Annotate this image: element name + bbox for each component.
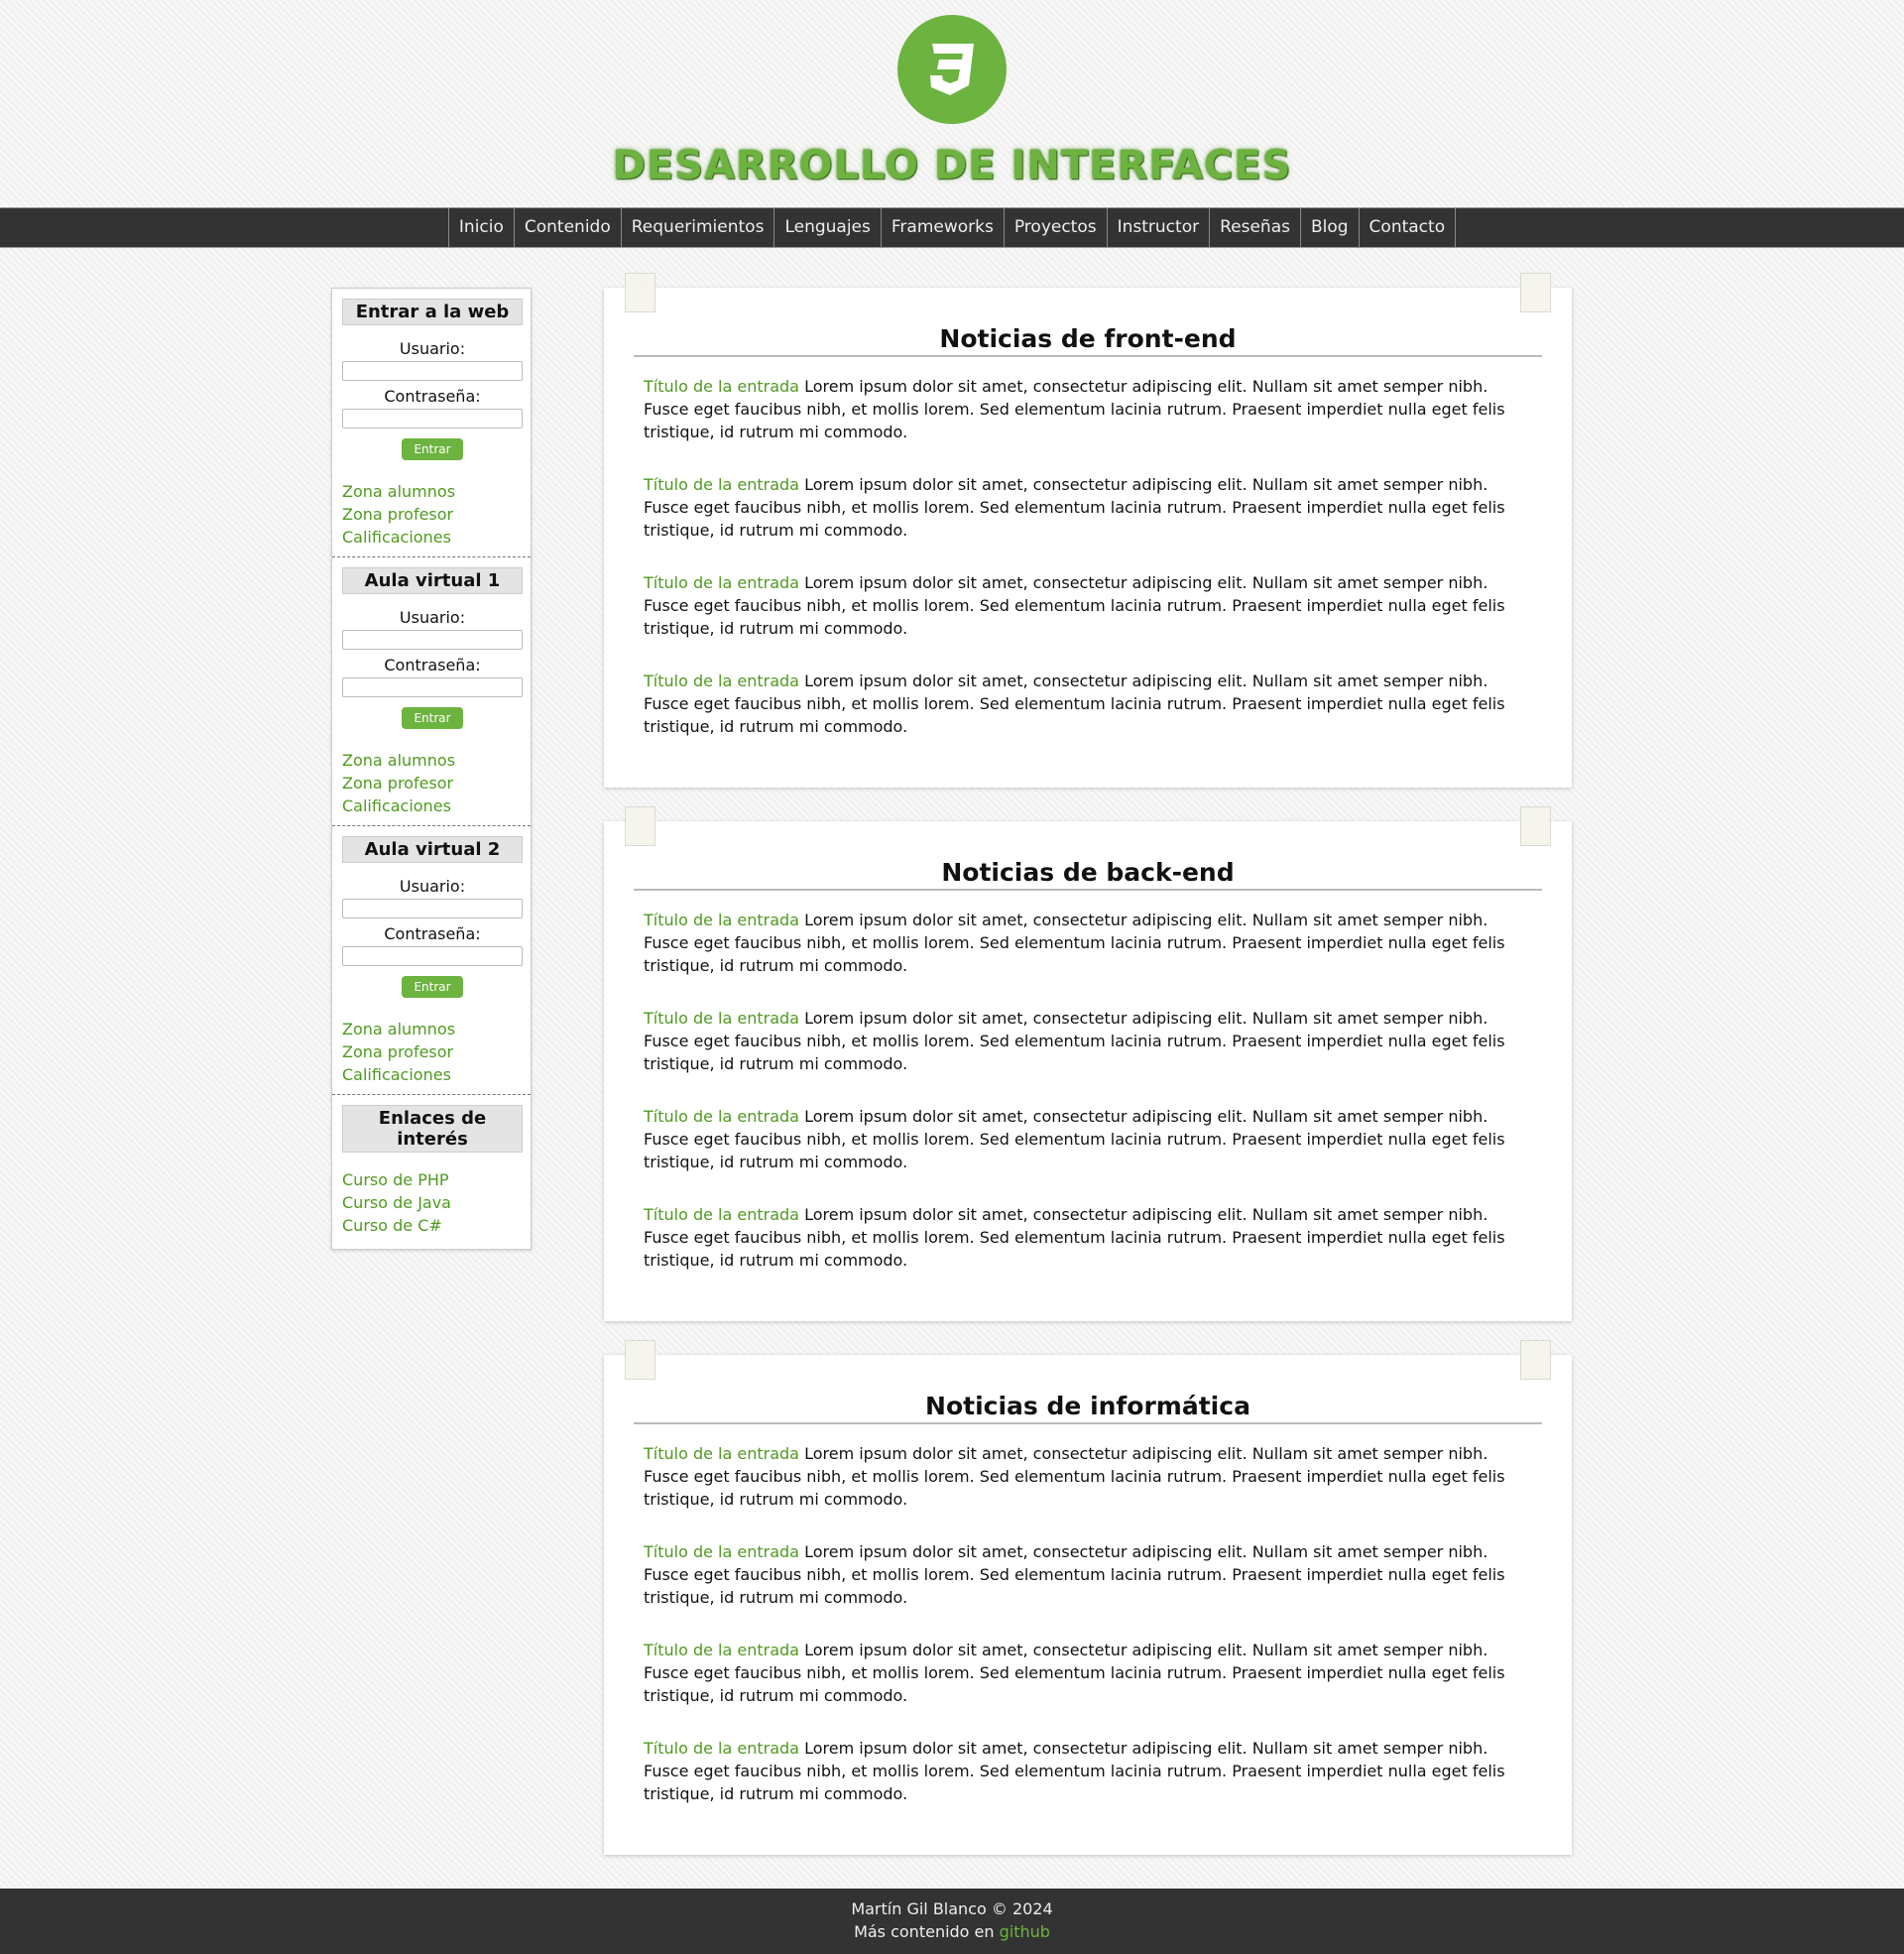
news-entry: Título de la entrada Lorem ipsum dolor s… [644, 473, 1532, 542]
news-entry: Título de la entrada Lorem ipsum dolor s… [644, 571, 1532, 640]
section-heading: Aula virtual 2 [342, 836, 523, 863]
news-entry: Título de la entrada Lorem ipsum dolor s… [644, 1203, 1532, 1272]
login-section-web: Entrar a la web Usuario: Contraseña: Ent… [332, 289, 531, 557]
username-input[interactable] [342, 899, 523, 918]
entry-title-link[interactable]: Título de la entrada [644, 1641, 799, 1659]
nav-item-instructor[interactable]: Instructor [1106, 208, 1209, 247]
entry-title-link[interactable]: Título de la entrada [644, 1107, 799, 1126]
panel-title: Noticias de front-end [634, 324, 1542, 357]
nav-item-lenguajes[interactable]: Lenguajes [774, 208, 880, 247]
password-input[interactable] [342, 677, 523, 697]
nav-item-inicio[interactable]: Inicio [447, 208, 514, 247]
link-zona-profesor[interactable]: Zona profesor [342, 503, 523, 526]
username-input[interactable] [342, 361, 523, 381]
footer-copyright: Martín Gil Blanco © 2024 [851, 1899, 1053, 1918]
nav-item-contenido[interactable]: Contenido [513, 208, 621, 247]
nav-item-requerimientos[interactable]: Requerimientos [620, 208, 774, 247]
nav-item-resenas[interactable]: Reseñas [1209, 208, 1300, 247]
site-footer: Martín Gil Blanco © 2024 Más contenido e… [0, 1889, 1904, 1954]
entry-title-link[interactable]: Título de la entrada [644, 1205, 799, 1224]
entry-title-link[interactable]: Título de la entrada [644, 475, 799, 494]
user-label: Usuario: [399, 339, 466, 358]
news-entry: Título de la entrada Lorem ipsum dolor s… [644, 1105, 1532, 1173]
news-entry: Título de la entrada Lorem ipsum dolor s… [644, 909, 1532, 977]
nav-item-contacto[interactable]: Contacto [1358, 208, 1457, 247]
login-button[interactable]: Entrar [402, 976, 463, 998]
site-header: DESARROLLO DE INTERFACES [0, 0, 1904, 207]
link-curso-java[interactable]: Curso de Java [342, 1191, 523, 1214]
link-zona-profesor[interactable]: Zona profesor [342, 1040, 523, 1063]
news-entry: Título de la entrada Lorem ipsum dolor s… [644, 1540, 1532, 1609]
link-curso-php[interactable]: Curso de PHP [342, 1168, 523, 1191]
entry-title-link[interactable]: Título de la entrada [644, 1542, 799, 1561]
entry-title-link[interactable]: Título de la entrada [644, 1009, 799, 1028]
tape-decoration [1520, 806, 1551, 846]
tape-decoration [625, 273, 655, 312]
tape-decoration [1520, 273, 1551, 312]
password-label: Contraseña: [384, 387, 481, 406]
link-curso-csharp[interactable]: Curso de C# [342, 1214, 523, 1237]
news-entry: Título de la entrada Lorem ipsum dolor s… [644, 1639, 1532, 1707]
password-label: Contraseña: [384, 924, 481, 943]
section-heading: Aula virtual 1 [342, 567, 523, 594]
entry-title-link[interactable]: Título de la entrada [644, 672, 799, 690]
entry-title-link[interactable]: Título de la entrada [644, 1739, 799, 1758]
login-section-aula-2: Aula virtual 2 Usuario: Contraseña: Entr… [332, 826, 531, 1095]
news-entry: Título de la entrada Lorem ipsum dolor s… [644, 1007, 1532, 1075]
username-input[interactable] [342, 630, 523, 650]
tape-decoration [625, 806, 655, 846]
entry-title-link[interactable]: Título de la entrada [644, 911, 799, 929]
link-calificaciones[interactable]: Calificaciones [342, 1063, 523, 1086]
section-heading: Enlaces de interés [342, 1105, 523, 1153]
panel-title: Noticias de back-end [634, 858, 1542, 891]
link-zona-alumnos[interactable]: Zona alumnos [342, 749, 523, 772]
css3-icon[interactable] [897, 15, 1007, 124]
entry-title-link[interactable]: Título de la entrada [644, 1444, 799, 1463]
news-entry: Título de la entrada Lorem ipsum dolor s… [644, 1737, 1532, 1805]
user-label: Usuario: [399, 877, 466, 896]
link-calificaciones[interactable]: Calificaciones [342, 526, 523, 549]
entry-title-link[interactable]: Título de la entrada [644, 573, 799, 592]
nav-item-proyectos[interactable]: Proyectos [1003, 208, 1107, 247]
user-label: Usuario: [399, 608, 466, 627]
login-button[interactable]: Entrar [402, 707, 463, 729]
link-zona-profesor[interactable]: Zona profesor [342, 772, 523, 794]
link-calificaciones[interactable]: Calificaciones [342, 794, 523, 817]
interest-links-section: Enlaces de interés Curso de PHP Curso de… [332, 1095, 531, 1245]
news-entry: Título de la entrada Lorem ipsum dolor s… [644, 670, 1532, 738]
news-entry: Título de la entrada Lorem ipsum dolor s… [644, 375, 1532, 443]
tape-decoration [1520, 1340, 1551, 1380]
password-input[interactable] [342, 946, 523, 966]
footer-more-prefix: Más contenido en [854, 1922, 1000, 1941]
login-section-aula-1: Aula virtual 1 Usuario: Contraseña: Entr… [332, 557, 531, 826]
link-zona-alumnos[interactable]: Zona alumnos [342, 1018, 523, 1040]
nav-item-frameworks[interactable]: Frameworks [880, 208, 1004, 247]
news-panel-backend: Noticias de back-end Título de la entrad… [604, 806, 1572, 1321]
link-zona-alumnos[interactable]: Zona alumnos [342, 480, 523, 503]
nav-item-blog[interactable]: Blog [1299, 208, 1359, 247]
news-panel-informatica: Noticias de informática Título de la ent… [604, 1340, 1572, 1855]
news-entry: Título de la entrada Lorem ipsum dolor s… [644, 1442, 1532, 1511]
entry-title-link[interactable]: Título de la entrada [644, 377, 799, 396]
sidebar: Entrar a la web Usuario: Contraseña: Ent… [331, 288, 532, 1250]
section-heading: Entrar a la web [342, 299, 523, 325]
news-panel-frontend: Noticias de front-end Título de la entra… [604, 273, 1572, 788]
password-input[interactable] [342, 409, 523, 428]
tape-decoration [625, 1340, 655, 1380]
footer-more: Más contenido en github [0, 1920, 1904, 1943]
github-link[interactable]: github [1000, 1922, 1050, 1941]
site-title: DESARROLLO DE INTERFACES [612, 143, 1292, 188]
panel-title: Noticias de informática [634, 1392, 1542, 1424]
main-nav: Inicio Contenido Requerimientos Lenguaje… [0, 207, 1904, 248]
password-label: Contraseña: [384, 656, 481, 674]
login-button[interactable]: Entrar [402, 438, 463, 460]
